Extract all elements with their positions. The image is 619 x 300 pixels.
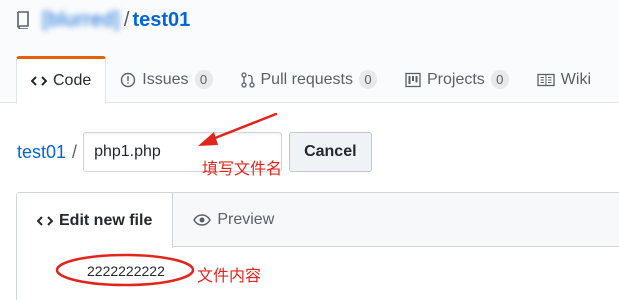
repo-name-link[interactable]: test01 xyxy=(132,9,190,32)
tab-preview-label: Preview xyxy=(217,210,275,228)
tab-pull-requests[interactable]: Pull requests 0 xyxy=(227,56,392,103)
eye-icon xyxy=(193,213,212,226)
repo-path-separator: / xyxy=(123,8,130,31)
cancel-button[interactable]: Cancel xyxy=(289,132,372,172)
annotation-content-note: 文件内容 xyxy=(197,266,262,285)
file-path-row: test01 / Cancel xyxy=(17,132,372,172)
tab-preview[interactable]: Preview xyxy=(173,193,294,246)
editor-tabs: Edit new file Preview xyxy=(17,193,619,248)
annotation-filename-note: 填写文件名 xyxy=(202,159,283,178)
project-icon xyxy=(405,72,421,88)
issue-icon xyxy=(120,72,136,88)
code-icon xyxy=(37,214,53,228)
repo-title: [blurred] / test01 xyxy=(16,6,190,34)
tab-wiki-label: Wiki xyxy=(560,70,592,88)
editor-code-line[interactable]: 2222222222 xyxy=(87,263,165,279)
projects-counter: 0 xyxy=(490,70,509,89)
repo-icon xyxy=(16,9,34,31)
tab-wiki[interactable]: Wiki xyxy=(523,56,605,103)
tab-pull-requests-label: Pull requests xyxy=(260,70,354,88)
repo-nav-tabs: Code Issues 0 Pull requests 0 Projects 0 xyxy=(16,56,605,104)
tab-projects-label: Projects xyxy=(427,70,485,88)
tab-issues-label: Issues xyxy=(142,70,189,88)
tab-projects[interactable]: Projects 0 xyxy=(391,56,523,103)
tab-issues[interactable]: Issues 0 xyxy=(106,56,226,103)
tab-edit-new-file-label: Edit new file xyxy=(59,211,153,229)
pull-request-icon xyxy=(240,71,255,88)
path-separator: / xyxy=(72,141,78,162)
path-repo-link[interactable]: test01 xyxy=(17,142,66,163)
tab-code[interactable]: Code xyxy=(16,56,107,104)
tab-code-label: Code xyxy=(53,72,92,89)
tab-edit-new-file[interactable]: Edit new file xyxy=(17,193,174,248)
file-editor: Edit new file Preview 2222222222 xyxy=(16,192,619,300)
book-icon xyxy=(537,73,555,87)
repo-header: [blurred] / test01 Code Issues 0 Pull re… xyxy=(0,0,619,104)
code-icon xyxy=(31,74,47,88)
pull-requests-counter: 0 xyxy=(359,70,377,89)
issues-counter: 0 xyxy=(194,70,213,89)
repo-owner-link[interactable]: [blurred] xyxy=(42,9,120,32)
